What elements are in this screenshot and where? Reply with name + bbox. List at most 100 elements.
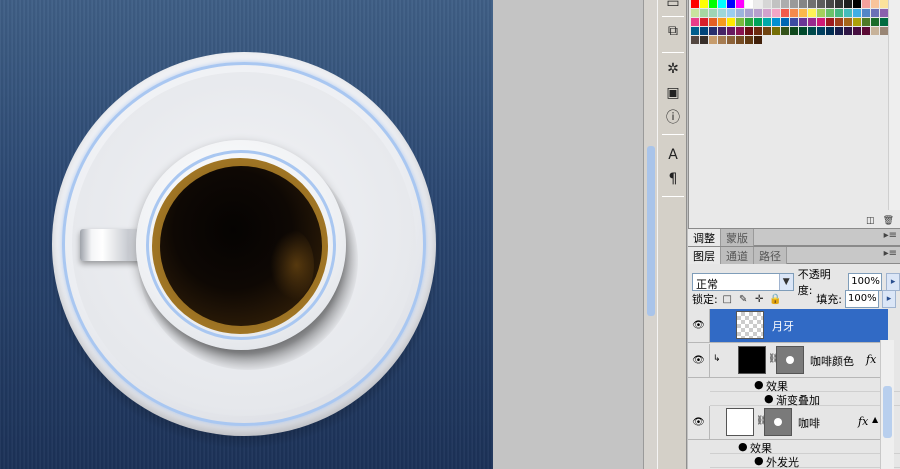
color-swatch[interactable]: [754, 27, 762, 35]
color-swatch[interactable]: [880, 18, 888, 26]
color-swatch[interactable]: [772, 9, 780, 17]
opacity-input[interactable]: 100%: [848, 273, 883, 291]
color-swatch[interactable]: [754, 0, 762, 8]
new-swatch-icon[interactable]: ◫: [866, 216, 875, 226]
color-swatch[interactable]: [700, 9, 708, 17]
color-swatch[interactable]: [718, 36, 726, 44]
color-swatch[interactable]: [754, 18, 762, 26]
color-swatch[interactable]: [826, 9, 834, 17]
color-swatch[interactable]: [799, 18, 807, 26]
trash-icon[interactable]: 🗑: [883, 216, 894, 226]
layer-effects-row[interactable]: ● 效果: [710, 440, 900, 455]
color-swatch[interactable]: [745, 36, 753, 44]
color-swatch[interactable]: [799, 9, 807, 17]
color-swatch[interactable]: [745, 27, 753, 35]
color-swatch[interactable]: [709, 36, 717, 44]
color-swatch[interactable]: [826, 0, 834, 8]
color-swatch[interactable]: [790, 18, 798, 26]
swatch-grid[interactable]: [691, 0, 897, 44]
color-swatch[interactable]: [754, 9, 762, 17]
color-swatch[interactable]: [718, 27, 726, 35]
color-swatch[interactable]: [709, 18, 717, 26]
color-swatch[interactable]: [853, 27, 861, 35]
color-swatch[interactable]: [745, 0, 753, 8]
color-swatch[interactable]: [700, 27, 708, 35]
info-icon[interactable]: ⓘ: [662, 106, 684, 128]
color-swatch[interactable]: [835, 18, 843, 26]
color-swatch[interactable]: [880, 27, 888, 35]
color-swatch[interactable]: [691, 27, 699, 35]
color-swatch[interactable]: [871, 18, 879, 26]
chevron-up-icon[interactable]: ▲: [872, 415, 878, 424]
color-swatch[interactable]: [763, 27, 771, 35]
color-swatch[interactable]: [808, 9, 816, 17]
color-swatch[interactable]: [700, 0, 708, 8]
color-swatch[interactable]: [781, 0, 789, 8]
document-canvas[interactable]: [0, 0, 493, 469]
color-swatch[interactable]: [853, 18, 861, 26]
color-swatch[interactable]: [781, 27, 789, 35]
color-swatch[interactable]: [727, 18, 735, 26]
layer-body[interactable]: ⛓ 咖啡 fx ▲: [710, 406, 888, 439]
color-swatch[interactable]: [691, 36, 699, 44]
color-swatch[interactable]: [736, 0, 744, 8]
color-swatch[interactable]: [790, 0, 798, 8]
layer-row-moon[interactable]: 👁 月牙: [688, 309, 888, 343]
color-swatch[interactable]: [835, 0, 843, 8]
color-swatch[interactable]: [880, 0, 888, 8]
color-swatch[interactable]: [772, 18, 780, 26]
layer-body[interactable]: 月牙: [710, 309, 888, 342]
color-swatch[interactable]: [844, 9, 852, 17]
layer-row-coffee[interactable]: 👁 ⛓ 咖啡 fx ▲: [688, 406, 888, 440]
color-swatch[interactable]: [799, 0, 807, 8]
color-swatch[interactable]: [826, 18, 834, 26]
lock-image-icon[interactable]: ✎: [737, 293, 750, 306]
mask-thumbnail[interactable]: [764, 408, 792, 436]
layer-row-coffee-color[interactable]: 👁 ↳ ⛓ 咖啡颜色 fx ▲: [688, 344, 888, 378]
color-swatch[interactable]: [826, 27, 834, 35]
eye-icon[interactable]: ●: [754, 378, 764, 391]
color-swatch[interactable]: [763, 18, 771, 26]
color-swatch[interactable]: [781, 9, 789, 17]
color-swatch[interactable]: [790, 9, 798, 17]
color-swatch[interactable]: [862, 18, 870, 26]
color-swatch[interactable]: [709, 9, 717, 17]
layer-effects-row[interactable]: ● 效果: [710, 378, 900, 393]
color-swatch[interactable]: [808, 18, 816, 26]
palette-icon[interactable]: ▭: [662, 0, 684, 14]
blend-mode-select[interactable]: 正常 ▼: [692, 273, 794, 291]
color-swatch[interactable]: [700, 36, 708, 44]
color-swatch[interactable]: [790, 27, 798, 35]
tab-paths[interactable]: 路径: [754, 247, 787, 264]
lock-position-icon[interactable]: ✛: [753, 293, 766, 306]
fx-icon[interactable]: fx: [858, 415, 868, 428]
color-swatch[interactable]: [691, 0, 699, 8]
color-swatch[interactable]: [799, 27, 807, 35]
layers-scrollbar[interactable]: [880, 340, 894, 469]
color-swatch[interactable]: [844, 0, 852, 8]
eye-icon[interactable]: 👁: [688, 406, 710, 439]
color-swatch[interactable]: [781, 18, 789, 26]
paragraph-icon[interactable]: ¶: [662, 168, 684, 190]
history-icon[interactable]: ⧉: [662, 20, 684, 42]
color-swatch[interactable]: [835, 9, 843, 17]
color-swatch[interactable]: [763, 0, 771, 8]
panel-menu-icon[interactable]: ▸≡: [884, 230, 897, 241]
color-swatch[interactable]: [862, 9, 870, 17]
swatches-scrollbar[interactable]: [888, 0, 900, 210]
color-swatch[interactable]: [718, 0, 726, 8]
fill-input[interactable]: 100%: [845, 290, 879, 308]
lock-all-icon[interactable]: 🔒: [769, 293, 782, 306]
color-swatch[interactable]: [817, 27, 825, 35]
color-swatch[interactable]: [880, 9, 888, 17]
color-swatch[interactable]: [691, 18, 699, 26]
eye-icon[interactable]: 👁: [688, 309, 710, 342]
color-swatch[interactable]: [727, 36, 735, 44]
opacity-slider-button[interactable]: ▸: [886, 273, 900, 291]
color-swatch[interactable]: [709, 0, 717, 8]
color-swatch[interactable]: [853, 9, 861, 17]
color-swatch[interactable]: [835, 27, 843, 35]
color-swatch[interactable]: [772, 0, 780, 8]
color-swatch[interactable]: [745, 18, 753, 26]
color-swatch[interactable]: [700, 18, 708, 26]
